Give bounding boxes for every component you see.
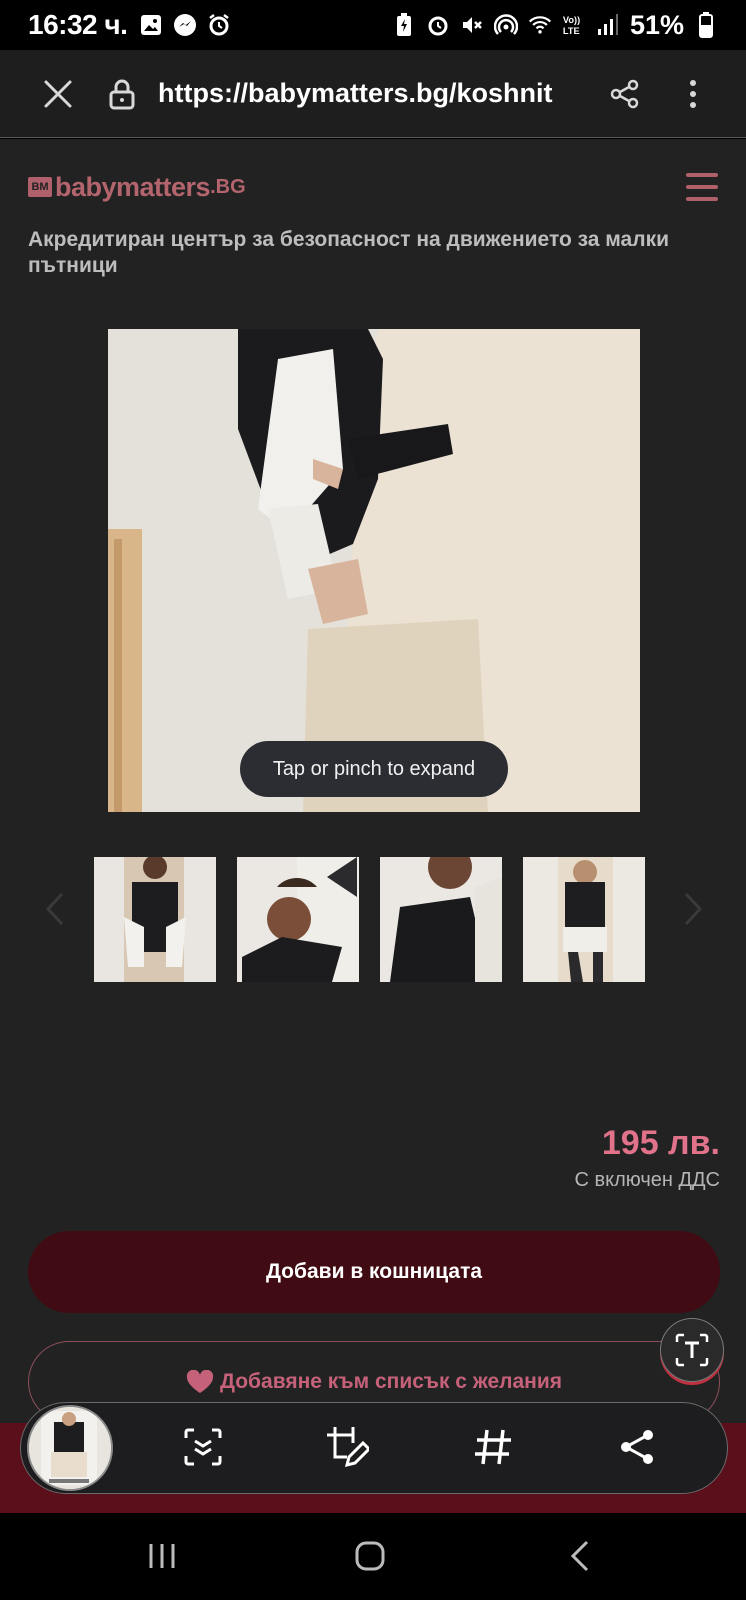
share-icon	[610, 79, 639, 108]
share-icon	[621, 1430, 653, 1464]
system-navigation-bar	[0, 1513, 746, 1600]
alarm-icon	[207, 13, 231, 37]
chevron-left-icon	[45, 892, 64, 926]
add-to-cart-button[interactable]: Добави в кошницата	[28, 1231, 720, 1313]
site-tagline: Акредитиран център за безопасност на дви…	[28, 228, 669, 277]
back-icon	[570, 1540, 589, 1572]
logo-mark: BM	[28, 177, 52, 197]
share-capture-button[interactable]	[611, 1421, 663, 1473]
status-system-icons: Vo)) LTE 51%	[392, 10, 718, 41]
hashtag-button[interactable]	[467, 1421, 519, 1473]
close-icon	[44, 80, 72, 107]
messenger-icon	[173, 13, 197, 37]
menu-icon[interactable]	[686, 173, 718, 201]
heart-icon	[186, 1370, 214, 1393]
battery-saver-icon	[392, 13, 416, 37]
more-options-button[interactable]	[668, 69, 718, 119]
alarm-icon-2	[426, 13, 450, 37]
gallery-icon	[139, 13, 163, 37]
close-tab-button[interactable]	[28, 64, 88, 124]
capture-preview-thumbnail[interactable]	[27, 1405, 113, 1491]
home-button[interactable]	[340, 1531, 400, 1581]
more-vert-icon	[690, 79, 696, 108]
text-scan-icon	[675, 1333, 709, 1367]
logo-text: babymatters	[55, 171, 211, 202]
svg-text:Vo)): Vo))	[563, 15, 580, 25]
web-page: BM babymatters .BG Акредитиран център за…	[0, 139, 746, 1513]
hotspot-icon	[493, 13, 518, 37]
status-notification-icons	[139, 13, 231, 37]
lock-icon[interactable]	[102, 74, 142, 114]
vat-note: С включен ДДС	[574, 1169, 720, 1191]
site-logo[interactable]: BM babymatters .BG	[28, 172, 246, 203]
status-time: 16:32 ч.	[28, 9, 128, 40]
thumbnail-1[interactable]	[94, 857, 216, 982]
product-price: 195 лв.	[601, 1124, 720, 1162]
site-header: BM babymatters .BG	[28, 167, 718, 207]
hashtag-icon	[475, 1429, 511, 1465]
edit-crop-button[interactable]	[321, 1421, 373, 1473]
thumbnail-2[interactable]	[237, 857, 359, 982]
share-button[interactable]	[600, 69, 650, 119]
svg-text:LTE: LTE	[563, 26, 580, 36]
smart-select-toolbar	[20, 1402, 728, 1494]
battery-icon	[694, 12, 718, 38]
status-bar: 16:32 ч. Vo)) LTE 51%	[0, 0, 746, 50]
thumbnail-4[interactable]	[523, 857, 645, 982]
home-icon	[355, 1541, 385, 1571]
wishlist-label: Добавяне към списък с желания	[220, 1370, 562, 1393]
wifi-icon	[528, 13, 552, 37]
chevron-right-icon	[684, 892, 703, 926]
browser-toolbar: https://babymatters.bg/koshnit	[0, 50, 746, 138]
thumbnails-prev-button[interactable]	[40, 889, 70, 929]
scan-button[interactable]	[177, 1421, 229, 1473]
url-field[interactable]: https://babymatters.bg/koshnit	[158, 78, 578, 109]
recents-button[interactable]	[132, 1531, 192, 1581]
back-button[interactable]	[550, 1531, 610, 1581]
product-main-image[interactable]	[108, 329, 640, 812]
logo-suffix: .BG	[210, 175, 246, 198]
expand-image-hint[interactable]: Tap or pinch to expand	[240, 741, 508, 797]
signal-icon	[596, 13, 620, 37]
edit-crop-icon	[327, 1427, 369, 1468]
recents-icon	[149, 1544, 175, 1568]
mute-icon	[460, 13, 484, 37]
volte-icon: Vo)) LTE	[562, 13, 586, 37]
scan-icon	[184, 1428, 222, 1466]
thumbnail-3[interactable]	[380, 857, 502, 982]
battery-percent: 51%	[629, 9, 684, 40]
extract-text-button[interactable]	[660, 1318, 724, 1382]
thumbnails-next-button[interactable]	[678, 889, 708, 929]
